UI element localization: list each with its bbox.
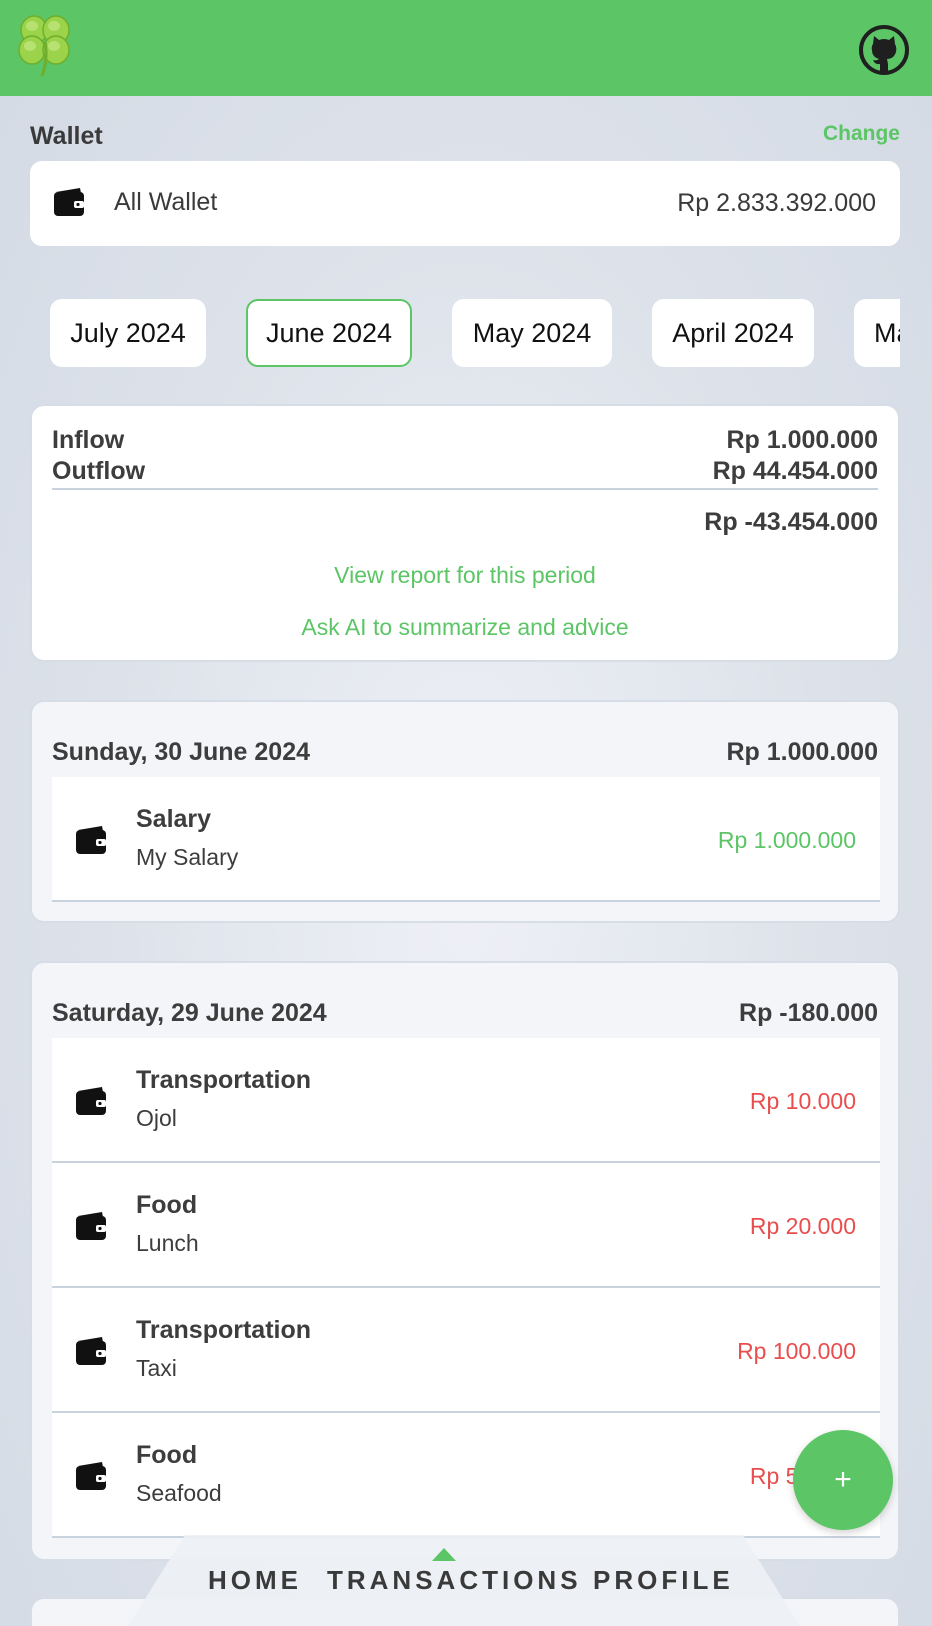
active-tab-indicator-icon: [432, 1548, 456, 1561]
transaction-row[interactable]: Transportation Ojol Rp 10.000: [52, 1038, 880, 1163]
wallet-icon: [54, 188, 84, 216]
month-may-2024[interactable]: May 2024: [452, 299, 612, 367]
net-value: Rp -43.454.000: [704, 508, 878, 536]
day-date: Saturday, 29 June 2024: [52, 999, 327, 1027]
add-transaction-button[interactable]: +: [793, 1430, 893, 1530]
wallet-icon: [76, 1087, 106, 1115]
transaction-note: Seafood: [136, 1480, 222, 1506]
wallet-icon: [76, 1462, 106, 1490]
transaction-category: Salary: [136, 805, 212, 833]
wallet-icon: [76, 826, 106, 854]
github-icon[interactable]: [858, 24, 910, 76]
transaction-note: Ojol: [136, 1105, 177, 1131]
bottom-navigation: HOME TRANSACTIONS PROFILE: [0, 1535, 932, 1626]
wallet-icon: [76, 1212, 106, 1240]
wallet-balance: Rp 2.833.392.000: [677, 189, 876, 217]
transaction-amount: Rp 20.000: [749, 1213, 856, 1239]
inflow-row: Inflow Rp 1.000.000: [52, 426, 878, 455]
transaction-category: Food: [136, 1191, 198, 1219]
transaction-row[interactable]: Food Lunch Rp 20.000: [52, 1163, 880, 1288]
transaction-category: Food: [136, 1441, 198, 1469]
month-selector[interactable]: July 2024 June 2024 May 2024 April 2024 …: [30, 299, 900, 367]
inflow-value: Rp 1.000.000: [726, 426, 879, 454]
transaction-amount: Rp 100.000: [737, 1338, 856, 1364]
day-header: Sunday, 30 June 2024 Rp 1.000.000: [52, 738, 878, 767]
month-june-2024[interactable]: June 2024: [246, 299, 412, 367]
view-report-link[interactable]: View report for this period: [32, 562, 898, 589]
day-group: Sunday, 30 June 2024 Rp 1.000.000 Salary…: [30, 700, 900, 923]
day-header: Saturday, 29 June 2024 Rp -180.000: [52, 999, 878, 1028]
month-april-2024[interactable]: April 2024: [652, 299, 814, 367]
transaction-row[interactable]: Food Seafood Rp 50.000: [52, 1413, 880, 1538]
transaction-row[interactable]: Transportation Taxi Rp 100.000: [52, 1288, 880, 1413]
day-total: Rp 1.000.000: [726, 738, 879, 766]
day-total: Rp -180.000: [739, 999, 878, 1027]
period-summary-card: Inflow Rp 1.000.000 Outflow Rp 44.454.00…: [30, 404, 900, 662]
wallet-icon: [76, 1337, 106, 1365]
wallet-section-title: Wallet: [30, 122, 103, 150]
day-date: Sunday, 30 June 2024: [52, 738, 310, 766]
transaction-amount: Rp 1.000.000: [717, 827, 856, 853]
nav-home[interactable]: HOME: [208, 1565, 302, 1596]
four-leaf-clover-icon[interactable]: [12, 10, 78, 78]
outflow-row: Outflow Rp 44.454.000: [52, 457, 878, 486]
nav-profile[interactable]: PROFILE: [593, 1565, 734, 1596]
month-march-2024[interactable]: March 2024: [854, 299, 900, 367]
month-july-2024[interactable]: July 2024: [50, 299, 206, 367]
transaction-note: My Salary: [136, 844, 239, 870]
summary-divider: [52, 488, 878, 490]
transaction-category: Transportation: [136, 1066, 312, 1094]
transaction-amount: Rp 10.000: [749, 1088, 856, 1114]
change-wallet-link[interactable]: Change: [823, 122, 900, 146]
wallet-name: All Wallet: [114, 188, 218, 216]
wallet-card[interactable]: All Wallet Rp 2.833.392.000: [30, 161, 900, 246]
inflow-label: Inflow: [52, 426, 125, 454]
outflow-value: Rp 44.454.000: [712, 457, 878, 485]
day-group: Saturday, 29 June 2024 Rp -180.000 Trans…: [30, 961, 900, 1561]
top-app-bar: [0, 0, 932, 96]
transaction-row[interactable]: Salary My Salary Rp 1.000.000: [52, 777, 880, 902]
outflow-label: Outflow: [52, 457, 146, 485]
transaction-note: Lunch: [136, 1230, 199, 1256]
transaction-category: Transportation: [136, 1316, 312, 1344]
nav-transactions[interactable]: TRANSACTIONS: [327, 1565, 582, 1596]
transaction-note: Taxi: [136, 1355, 177, 1381]
ask-ai-link[interactable]: Ask AI to summarize and advice: [32, 614, 898, 641]
